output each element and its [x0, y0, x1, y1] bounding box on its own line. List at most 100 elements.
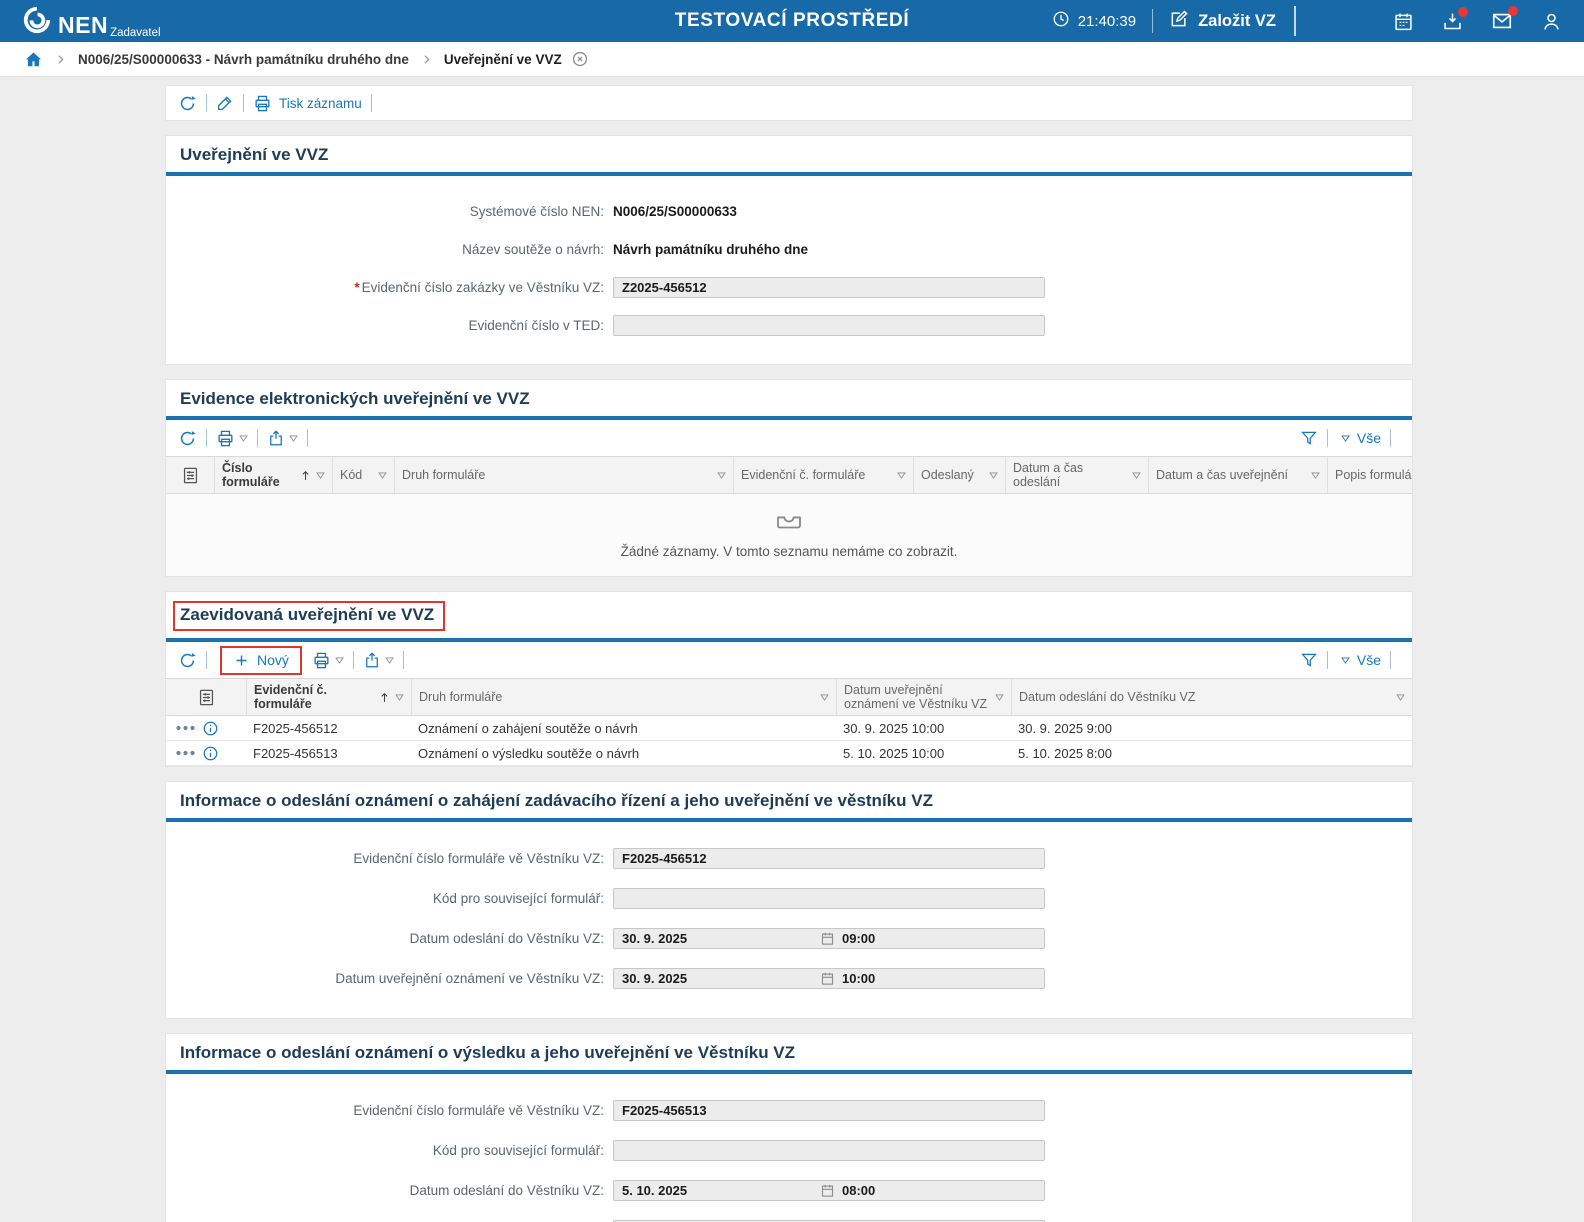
cell-sent: 30. 9. 2025 9:00 — [1011, 721, 1412, 736]
date-value[interactable]: 30. 9. 2025 — [614, 931, 820, 946]
empty-tray-icon — [774, 511, 804, 538]
divider — [257, 429, 258, 447]
section-start-notice: Informace o odeslání oznámení o zahájení… — [165, 781, 1413, 1019]
filter-arrow-icon[interactable] — [989, 472, 998, 479]
row-menu-icon[interactable] — [175, 746, 196, 760]
filter-arrow-icon[interactable] — [717, 472, 726, 479]
column-header-evidencni-c-formulare[interactable]: Evidenční č. formuláře — [246, 679, 411, 715]
column-header-druh-formulare[interactable]: Druh formuláře — [411, 679, 836, 715]
related-code-input[interactable] — [613, 888, 1045, 909]
section-title: Informace o odeslání oznámení o zahájení… — [180, 791, 933, 811]
column-header-cislo-formulare[interactable]: Číslo formuláře — [214, 457, 332, 493]
create-vz-label: Založit VZ — [1198, 12, 1276, 31]
refresh-icon[interactable] — [178, 94, 197, 113]
refresh-icon[interactable] — [178, 651, 197, 670]
row-menu-icon[interactable] — [175, 721, 196, 735]
export-icon[interactable] — [267, 429, 285, 447]
column-header-datum-odeslani[interactable]: Datum odeslání do Věstníku VZ — [1011, 679, 1412, 715]
column-settings-button[interactable] — [166, 457, 214, 493]
print-icon[interactable] — [312, 651, 331, 670]
filter-arrow-icon[interactable] — [395, 694, 404, 701]
filter-arrow-icon[interactable] — [820, 694, 829, 701]
column-header-odeslany[interactable]: Odeslaný — [913, 457, 1005, 493]
table-row[interactable]: F2025-456512 Oznámení o zahájení soutěže… — [166, 716, 1412, 741]
column-header-datum-uverejneni[interactable]: Datum uveřejnění oznámení ve Věstníku VZ — [836, 679, 1011, 715]
column-settings-button[interactable] — [166, 679, 246, 715]
time-value[interactable]: 09:00 — [835, 931, 875, 946]
user-icon[interactable] — [1541, 11, 1562, 32]
field-label: Datum odeslání do Věstníku VZ: — [166, 931, 613, 946]
sent-datetime-input[interactable]: 30. 9. 2025 09:00 — [613, 928, 1045, 949]
related-code-input[interactable] — [613, 1140, 1045, 1161]
divider — [206, 429, 207, 447]
filter-arrow-icon[interactable] — [1311, 472, 1320, 479]
date-value[interactable]: 5. 10. 2025 — [614, 1183, 820, 1198]
export-menu-arrow-icon[interactable] — [289, 435, 298, 442]
ted-number-input[interactable] — [613, 315, 1045, 336]
filter-arrow-icon[interactable] — [316, 472, 325, 479]
print-menu-arrow-icon[interactable] — [335, 657, 344, 664]
section-title: Zaevidovaná uveřejnění ve VVZ — [180, 605, 434, 625]
date-value[interactable]: 30. 9. 2025 — [614, 971, 820, 986]
filter-arrow-icon[interactable] — [1396, 694, 1405, 701]
time-value[interactable]: 08:00 — [835, 1183, 875, 1198]
section-publication: Uveřejnění ve VVZ Systémové číslo NEN: N… — [165, 135, 1413, 365]
edit-icon[interactable] — [216, 94, 234, 112]
filter-preset-arrow-icon[interactable] — [1341, 435, 1350, 442]
sent-datetime-input[interactable]: 5. 10. 2025 08:00 — [613, 1180, 1045, 1201]
print-icon[interactable] — [216, 429, 235, 448]
calendar-icon[interactable] — [1393, 11, 1414, 32]
calendar-icon[interactable] — [820, 931, 835, 946]
field-label: Datum odeslání do Věstníku VZ: — [166, 1183, 613, 1198]
column-header-datum-cas-odeslani[interactable]: Datum a čas odeslání — [1005, 457, 1148, 493]
filter-icon[interactable] — [1300, 651, 1318, 669]
divider — [1390, 429, 1391, 447]
divider — [243, 94, 244, 112]
column-header-kod[interactable]: Kód — [332, 457, 394, 493]
breadcrumb-item-current[interactable]: Uveřejnění ve VVZ — [444, 52, 562, 67]
show-all-link[interactable]: Vše — [1357, 430, 1381, 446]
form-number-input[interactable] — [613, 1100, 1045, 1121]
export-icon[interactable] — [363, 651, 381, 669]
column-header-evidencni-c-formulare[interactable]: Evidenční č. formuláře — [733, 457, 913, 493]
filter-arrow-icon[interactable] — [1132, 472, 1141, 479]
published-datetime-input[interactable]: 30. 9. 2025 10:00 — [613, 968, 1045, 989]
column-header-datum-cas-uverejneni[interactable]: Datum a čas uveřejnění — [1148, 457, 1327, 493]
field-related-code: Kód pro související formulář: — [166, 1130, 1412, 1170]
time-value[interactable]: 10:00 — [835, 971, 875, 986]
table-row[interactable]: F2025-456513 Oznámení o výsledku soutěže… — [166, 741, 1412, 766]
form-number-input[interactable] — [613, 848, 1045, 869]
nen-logo[interactable]: NEN Zadavatel — [22, 5, 161, 37]
field-vvz-number: *Evidenční číslo zakázky ve Věstníku VZ: — [166, 268, 1412, 306]
row-info-icon[interactable] — [202, 745, 219, 762]
print-record-button[interactable]: Tisk záznamu — [253, 94, 362, 113]
home-icon[interactable] — [24, 50, 43, 69]
create-vz-button[interactable]: Založit VZ — [1169, 9, 1276, 34]
print-menu-arrow-icon[interactable] — [239, 435, 248, 442]
top-header-bar: NEN Zadavatel TESTOVACÍ PROSTŘEDÍ 21:40:… — [0, 0, 1584, 42]
new-record-button[interactable]: Nový — [233, 652, 289, 669]
field-label: Evidenční číslo formuláře vě Věstníku VZ… — [166, 1103, 613, 1118]
field-form-number: Evidenční číslo formuláře vě Věstníku VZ… — [166, 838, 1412, 878]
close-tab-icon[interactable] — [571, 50, 589, 68]
divider — [353, 651, 354, 669]
downloads-icon[interactable] — [1442, 11, 1463, 32]
mail-icon[interactable] — [1491, 10, 1513, 32]
filter-arrow-icon[interactable] — [995, 694, 1004, 701]
breadcrumb-item-procedure[interactable]: N006/25/S00000633 - Návrh památníku druh… — [78, 52, 409, 67]
column-header-popis-formulare[interactable]: Popis formuláře — [1327, 457, 1412, 493]
filter-preset-arrow-icon[interactable] — [1341, 657, 1350, 664]
calendar-icon[interactable] — [820, 971, 835, 986]
show-all-link[interactable]: Vše — [1357, 652, 1381, 668]
calendar-icon[interactable] — [820, 1183, 835, 1198]
refresh-icon[interactable] — [178, 429, 197, 448]
menu-icon[interactable] — [1342, 14, 1365, 29]
vvz-number-input[interactable] — [613, 277, 1045, 298]
chevron-right-icon — [420, 53, 433, 66]
filter-arrow-icon[interactable] — [378, 472, 387, 479]
row-info-icon[interactable] — [202, 720, 219, 737]
filter-icon[interactable] — [1300, 429, 1318, 447]
column-header-druh-formulare[interactable]: Druh formuláře — [394, 457, 733, 493]
export-menu-arrow-icon[interactable] — [385, 657, 394, 664]
filter-arrow-icon[interactable] — [897, 472, 906, 479]
